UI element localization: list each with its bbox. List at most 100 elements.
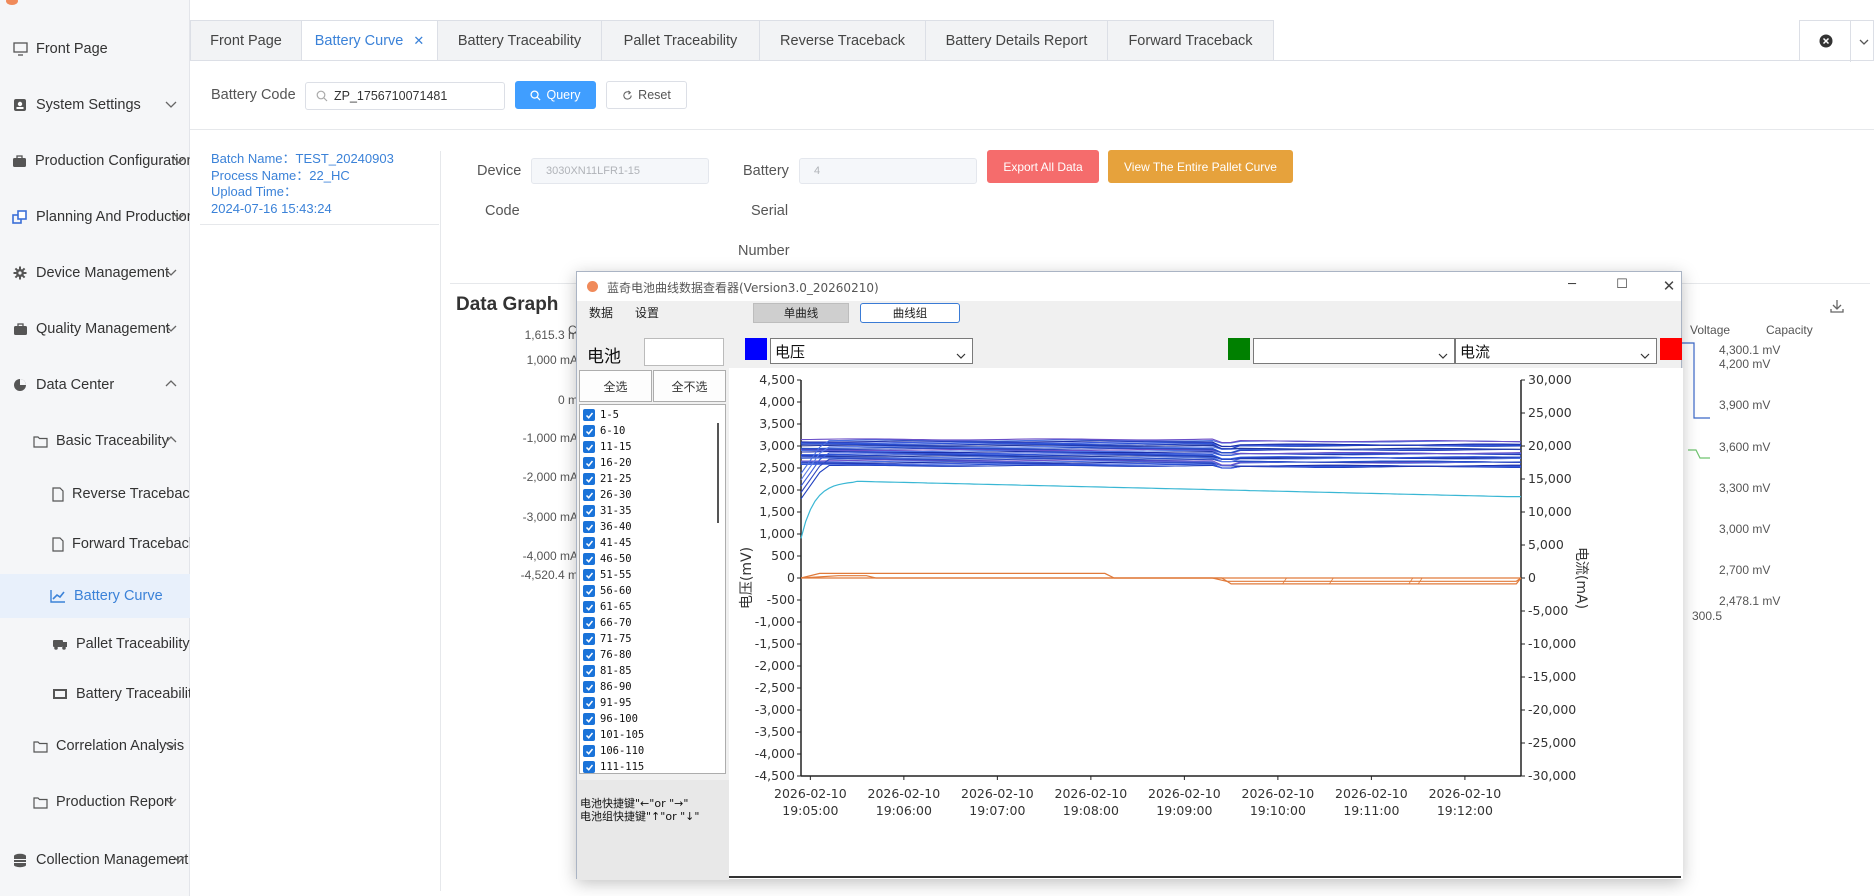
- sidebar-item-collection-management[interactable]: Collection Management: [0, 840, 190, 880]
- sidebar-item-reverse-traceback[interactable]: Reverse Traceback: [0, 474, 190, 514]
- close-all-icon[interactable]: [1819, 34, 1833, 53]
- y-tick-label: 1,500: [759, 504, 795, 519]
- device-code-input[interactable]: 3030XN11LFR1-15: [531, 158, 709, 184]
- y2-tick-label: -15,000: [1528, 669, 1576, 684]
- mid-series-color[interactable]: [1228, 338, 1250, 360]
- sidebar-item-battery-curve[interactable]: Battery Curve: [0, 574, 190, 618]
- battery-serial-input[interactable]: 4: [799, 158, 977, 184]
- tab-front-page[interactable]: Front Page: [190, 20, 301, 61]
- cell-group-checkbox[interactable]: 96-100: [583, 711, 638, 727]
- reset-button[interactable]: Reset: [606, 81, 687, 109]
- sidebar-item-label: Planning And Production: [36, 209, 190, 225]
- cell-group-checkbox[interactable]: 91-95: [583, 695, 632, 711]
- sidebar-item-pallet-traceability[interactable]: Pallet Traceability: [0, 624, 190, 664]
- curve-viewer-window: 蓝奇电池曲线数据查看器(Version3.0_20260210) ─ ☐ ✕ 数…: [576, 271, 1683, 880]
- device-code-label-line2: Code: [485, 203, 520, 219]
- plot-bottom-border: [729, 876, 1681, 878]
- sidebar-item-label: Production Configuration: [35, 153, 190, 169]
- sidebar-item-planning-and-production[interactable]: Planning And Production: [0, 197, 190, 237]
- y-tick-label: 0: [787, 570, 795, 585]
- left-axis-select[interactable]: 电压: [770, 338, 973, 364]
- download-icon[interactable]: [1829, 298, 1845, 319]
- tab-pallet-traceability[interactable]: Pallet Traceability: [601, 20, 759, 61]
- left-series-color[interactable]: [745, 338, 767, 360]
- minimize-icon[interactable]: ─: [1562, 277, 1582, 292]
- checkmark-icon: [583, 473, 595, 485]
- cell-group-checkbox[interactable]: 76-80: [583, 647, 632, 663]
- checkmark-icon: [583, 425, 595, 437]
- cell-group-checkbox[interactable]: 51-55: [583, 567, 632, 583]
- export-all-data-button[interactable]: Export All Data: [987, 150, 1099, 183]
- cell-group-checkbox[interactable]: 36-40: [583, 519, 632, 535]
- checkmark-icon: [583, 441, 595, 453]
- chevron-down-icon: [164, 321, 178, 335]
- cell-group-checkbox[interactable]: 106-110: [583, 743, 644, 759]
- sidebar-item-production-configuration[interactable]: Production Configuration: [0, 141, 190, 181]
- chevron-down-icon: [1640, 347, 1650, 359]
- sidebar-item-label: Battery Curve: [74, 588, 163, 604]
- mid-axis-select[interactable]: [1253, 338, 1455, 364]
- cell-group-checkbox[interactable]: 16-20: [583, 455, 632, 471]
- cell-group-checkbox[interactable]: 111-115: [583, 759, 644, 773]
- close-tab-icon[interactable]: ✕: [413, 33, 424, 49]
- sidebar-item-production-report[interactable]: Production Report: [0, 782, 190, 822]
- sidebar-item-correlation-analysis[interactable]: Correlation Analysis: [0, 726, 190, 766]
- select-none-button[interactable]: 全不选: [653, 370, 726, 402]
- select-all-button[interactable]: 全选: [579, 370, 652, 402]
- menu-data[interactable]: 数据: [589, 304, 613, 321]
- cell-group-checkbox[interactable]: 86-90: [583, 679, 632, 695]
- sidebar-item-system-settings[interactable]: System Settings: [0, 85, 190, 125]
- plot-area: 4,500 4,000 3,500 3,000 2,500 2,000 1,500 1,000…: [729, 368, 1683, 879]
- sidebar-item-data-center[interactable]: Data Center: [0, 365, 190, 405]
- tab-reverse-traceback[interactable]: Reverse Traceback: [759, 20, 925, 61]
- battery-code-input[interactable]: [305, 82, 505, 110]
- cell-group-checkbox[interactable]: 31-35: [583, 503, 632, 519]
- close-window-icon[interactable]: ✕: [1659, 277, 1679, 295]
- sidebar-item-quality-management[interactable]: Quality Management: [0, 309, 190, 349]
- cell-input[interactable]: [644, 338, 724, 366]
- cell-group-checkbox[interactable]: 101-105: [583, 727, 644, 743]
- line-chart-icon: [50, 588, 66, 604]
- checkmark-icon: [583, 649, 595, 661]
- query-button[interactable]: Query: [515, 81, 596, 109]
- cell-group-checkbox[interactable]: 66-70: [583, 615, 632, 631]
- right-axis-label: 2,478.1 mV: [1719, 594, 1781, 608]
- view-pallet-curve-button[interactable]: View The Entire Pallet Curve: [1108, 150, 1293, 183]
- single-curve-button[interactable]: 单曲线: [753, 303, 849, 323]
- cell-group-checkbox[interactable]: 46-50: [583, 551, 632, 567]
- sidebar-item-basic-traceability[interactable]: Basic Traceability: [0, 421, 190, 461]
- tab-battery-curve[interactable]: Battery Curve ✕: [301, 20, 437, 61]
- cell-group-checkbox[interactable]: 41-45: [583, 535, 632, 551]
- sidebar-item-label: Battery Traceability: [76, 686, 190, 702]
- cell-group-checkbox[interactable]: 26-30: [583, 487, 632, 503]
- cell-group-checkbox[interactable]: 6-10: [583, 423, 625, 439]
- menu-settings[interactable]: 设置: [635, 304, 659, 321]
- cell-group-checkbox[interactable]: 21-25: [583, 471, 632, 487]
- sidebar-item-device-management[interactable]: Device Management: [0, 253, 190, 293]
- cell-group-checkbox[interactable]: 61-65: [583, 599, 632, 615]
- batch-name[interactable]: Batch Name：TEST_20240903: [211, 151, 394, 168]
- sidebar-item-front-page[interactable]: Front Page: [0, 29, 190, 69]
- curve-group-button[interactable]: 曲线组: [860, 303, 960, 323]
- checkmark-icon: [583, 761, 595, 773]
- right-axis-select[interactable]: 电流: [1455, 338, 1657, 364]
- curve-chart[interactable]: 4,500 4,000 3,500 3,000 2,500 2,000 1,500 1,000…: [729, 368, 1683, 876]
- x-axis-end-label: 300.5: [1692, 609, 1723, 623]
- right-series-color[interactable]: [1660, 338, 1682, 360]
- sidebar-item-label: Basic Traceability: [56, 433, 169, 449]
- cell-group-checkbox[interactable]: 11-15: [583, 439, 632, 455]
- tab-battery-details-report[interactable]: Battery Details Report: [925, 20, 1107, 61]
- cell-group-checkbox[interactable]: 81-85: [583, 663, 632, 679]
- cell-group-checkbox[interactable]: 71-75: [583, 631, 632, 647]
- cell-group-checkbox[interactable]: 56-60: [583, 583, 632, 599]
- cell-group-list[interactable]: 1-5 6-10 11-15 16-20 21-25 26-30 31-35 36-40 41-…: [579, 404, 726, 774]
- maximize-icon[interactable]: ☐: [1612, 277, 1632, 292]
- cell-group-checkbox[interactable]: 1-5: [583, 407, 619, 423]
- chevron-down-icon[interactable]: [1858, 35, 1870, 53]
- sidebar-item-battery-traceability[interactable]: Battery Traceability: [0, 674, 190, 714]
- sidebar-item-forward-traceback[interactable]: Forward Traceback: [0, 524, 190, 564]
- tab-battery-traceability[interactable]: Battery Traceability: [437, 20, 601, 61]
- x-tick-date-label: 2026-02-10: [1242, 786, 1315, 801]
- tab-forward-traceback[interactable]: Forward Traceback: [1107, 20, 1274, 61]
- list-scrollbar[interactable]: [717, 423, 719, 523]
